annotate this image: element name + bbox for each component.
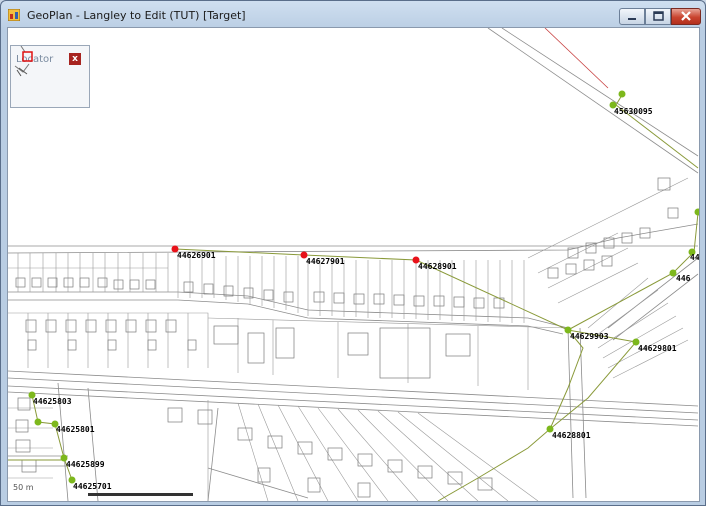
node-label-44628901: 44628901 bbox=[418, 262, 457, 271]
scale-bar bbox=[88, 493, 193, 496]
node-label-446: 446 bbox=[676, 274, 691, 283]
maximize-icon bbox=[653, 11, 664, 21]
map-canvas[interactable] bbox=[8, 28, 699, 501]
locator-close-button[interactable]: x bbox=[69, 53, 81, 65]
window-title: GeoPlan - Langley to Edit (TUT) [Target] bbox=[27, 9, 246, 22]
node-label-44629903: 44629903 bbox=[570, 332, 609, 341]
locator-panel[interactable]: Locator x bbox=[10, 45, 90, 108]
node-label-45630095: 45630095 bbox=[614, 107, 653, 116]
node-label-44625803: 44625803 bbox=[33, 397, 72, 406]
locator-thumbnail-icon[interactable] bbox=[11, 46, 51, 78]
node-edge[interactable] bbox=[694, 208, 700, 216]
node-label-44: 44 bbox=[690, 253, 700, 262]
geoplan-app-icon bbox=[8, 9, 20, 21]
network-nodes[interactable] bbox=[28, 90, 700, 484]
pipe-network bbox=[8, 94, 699, 501]
node-45630095-alt[interactable] bbox=[618, 90, 626, 98]
map-view[interactable]: 45630095 44626901 44627901 44628901 4462… bbox=[7, 27, 700, 502]
node-label-44629801: 44629801 bbox=[638, 344, 677, 353]
title-bar[interactable]: GeoPlan - Langley to Edit (TUT) [Target] bbox=[1, 1, 705, 29]
minimize-button[interactable] bbox=[619, 8, 645, 25]
close-icon bbox=[681, 11, 691, 21]
node-44625801-alt[interactable] bbox=[34, 418, 42, 426]
node-label-44626901: 44626901 bbox=[177, 251, 216, 260]
node-label-44625899: 44625899 bbox=[66, 460, 105, 469]
geoplan-window: GeoPlan - Langley to Edit (TUT) [Target] bbox=[0, 0, 706, 506]
minimize-icon bbox=[628, 18, 636, 20]
maximize-button[interactable] bbox=[645, 8, 671, 25]
red-link-line bbox=[544, 28, 609, 89]
node-label-44625801: 44625801 bbox=[56, 425, 95, 434]
scale-label: 50 m bbox=[13, 483, 34, 492]
node-label-44627901: 44627901 bbox=[306, 257, 345, 266]
close-button[interactable] bbox=[671, 8, 701, 25]
node-label-44625701: 44625701 bbox=[73, 482, 112, 491]
node-label-44628801: 44628801 bbox=[552, 431, 591, 440]
